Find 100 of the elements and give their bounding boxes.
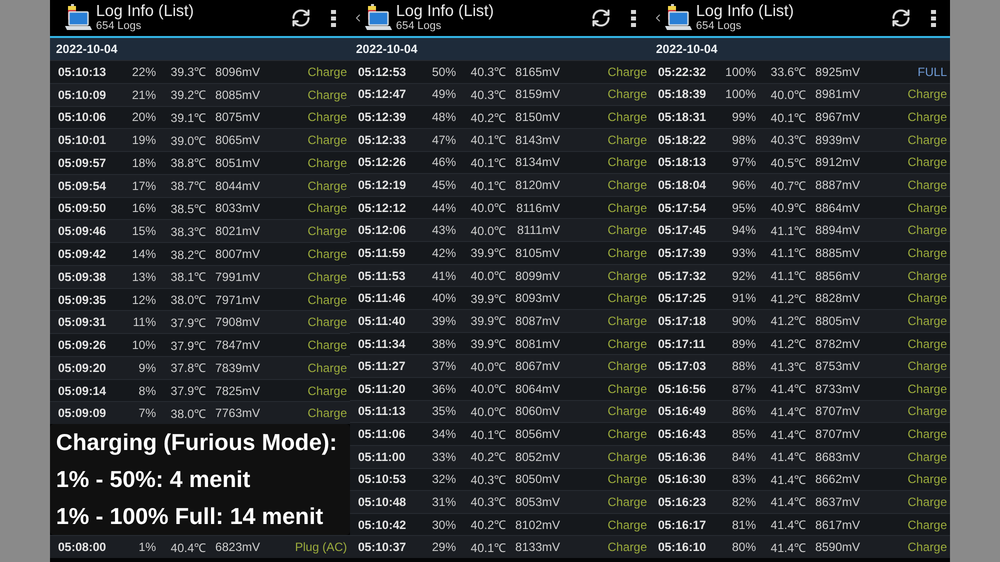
voltage: 8150mV: [515, 110, 560, 124]
charge-status: Charge: [908, 132, 947, 147]
voltage: 8143mV: [515, 132, 560, 147]
charge-status: Charge: [308, 64, 347, 79]
voltage: 8753mV: [815, 359, 860, 374]
voltage: 8939mV: [815, 132, 860, 147]
log-time: 05:11:00: [358, 450, 406, 464]
caption-line: Charging (Furious Mode):: [56, 428, 338, 458]
battery-percent: 100%: [725, 87, 756, 102]
log-time: 05:09:50: [58, 201, 106, 216]
voltage: 8060mV: [515, 404, 560, 418]
temperature: 40.0℃: [770, 86, 806, 103]
log-time: 05:17:03: [658, 359, 706, 374]
charge-status: Charge: [608, 472, 647, 486]
battery-percent: 94%: [732, 223, 756, 238]
battery-percent: 15%: [132, 224, 156, 238]
temperature: 41.4℃: [770, 381, 806, 398]
charge-status: Charge: [308, 270, 347, 284]
temperature: 37.9℃: [170, 383, 206, 400]
voltage: 8064mV: [515, 382, 560, 396]
temperature: 40.5℃: [770, 154, 806, 171]
charge-status: Charge: [908, 268, 947, 283]
temperature: 39.0℃: [170, 132, 206, 149]
charge-status: Charge: [308, 201, 347, 216]
refresh-icon: [591, 8, 611, 28]
voltage: 8099mV: [515, 268, 560, 283]
charge-status: Charge: [308, 384, 347, 398]
log-time: 05:10:37: [358, 540, 406, 554]
log-time: 05:16:10: [658, 540, 706, 554]
battery-percent: 20%: [132, 110, 156, 124]
battery-percent: 31%: [432, 494, 456, 509]
battery-percent: 95%: [732, 200, 756, 215]
menu-button[interactable]: [329, 8, 338, 28]
screen-title: Log Info (List): [96, 4, 194, 20]
battery-percent: 8%: [138, 384, 156, 398]
battery-percent: 16%: [132, 201, 156, 216]
temperature: 39.9℃: [470, 290, 506, 307]
menu-button[interactable]: [629, 8, 638, 28]
charge-status: Charge: [608, 200, 647, 215]
charge-status: Charge: [608, 223, 647, 238]
voltage: 8056mV: [515, 427, 560, 442]
voltage: 8864mV: [815, 200, 860, 215]
battery-percent: 22%: [132, 64, 156, 79]
voltage: 8885mV: [815, 246, 860, 260]
voltage: 8085mV: [215, 88, 260, 102]
temperature: 41.3℃: [770, 358, 806, 375]
log-time: 05:18:39: [658, 87, 706, 102]
temperature: 40.0℃: [470, 404, 506, 420]
voltage: 8782mV: [815, 336, 860, 350]
log-time: 05:18:31: [658, 110, 706, 124]
log-time: 05:11:53: [358, 268, 406, 283]
log-time: 05:11:34: [358, 336, 406, 350]
charge-status: Charge: [908, 200, 947, 215]
charge-status: Charge: [608, 404, 647, 418]
battery-percent: 97%: [732, 155, 756, 170]
charge-status: Charge: [608, 336, 647, 350]
temperature: 41.2℃: [770, 313, 806, 330]
charge-status: Charge: [308, 224, 347, 238]
voltage: 8087mV: [515, 314, 560, 328]
temperature: 40.1℃: [470, 426, 506, 443]
voltage: 8105mV: [515, 246, 560, 260]
charge-status: Charge: [608, 87, 647, 102]
log-time: 05:17:18: [658, 314, 706, 328]
log-time: 05:11:13: [358, 404, 406, 418]
log-time: 05:08:00: [58, 540, 106, 554]
menu-button[interactable]: [929, 8, 938, 28]
battery-percent: 11%: [132, 315, 156, 330]
temperature: 40.2℃: [470, 110, 506, 126]
voltage: 8050mV: [515, 472, 560, 486]
temperature: 40.2℃: [470, 517, 506, 534]
battery-percent: 89%: [732, 336, 756, 350]
battery-percent: 41%: [432, 268, 456, 283]
charge-status: Charge: [308, 360, 347, 375]
charge-status: Charge: [608, 314, 647, 328]
date-label: 2022-10-04: [56, 42, 118, 56]
log-count: 654 Logs: [396, 21, 442, 32]
temperature: 38.7℃: [170, 178, 206, 194]
temperature: 41.1℃: [770, 245, 806, 262]
voltage: 8662mV: [815, 472, 860, 486]
battery-percent: 98%: [732, 132, 756, 147]
voltage: 8590mV: [815, 540, 860, 554]
battery-percent: 92%: [732, 268, 756, 283]
charge-status: Charge: [308, 88, 347, 102]
temperature: 40.0℃: [470, 200, 506, 216]
log-time: 05:09:46: [58, 224, 106, 238]
charge-status: Charge: [908, 223, 947, 238]
log-time: 05:17:39: [658, 246, 706, 260]
temperature: 41.4℃: [770, 426, 806, 443]
charge-status: Charge: [608, 155, 647, 170]
battery-percent: 93%: [732, 246, 756, 260]
voltage: 8894mV: [815, 223, 860, 238]
battery-percent: 40%: [432, 291, 456, 306]
voltage: 8093mV: [515, 291, 560, 306]
log-time: 05:22:32: [658, 64, 706, 79]
battery-percent: 29%: [432, 540, 456, 554]
charge-status: Charge: [608, 494, 647, 509]
temperature: 40.1℃: [770, 110, 806, 126]
charge-status: Charge: [608, 427, 647, 442]
charge-status: FULL: [918, 64, 947, 79]
charge-status: Charge: [608, 518, 647, 532]
